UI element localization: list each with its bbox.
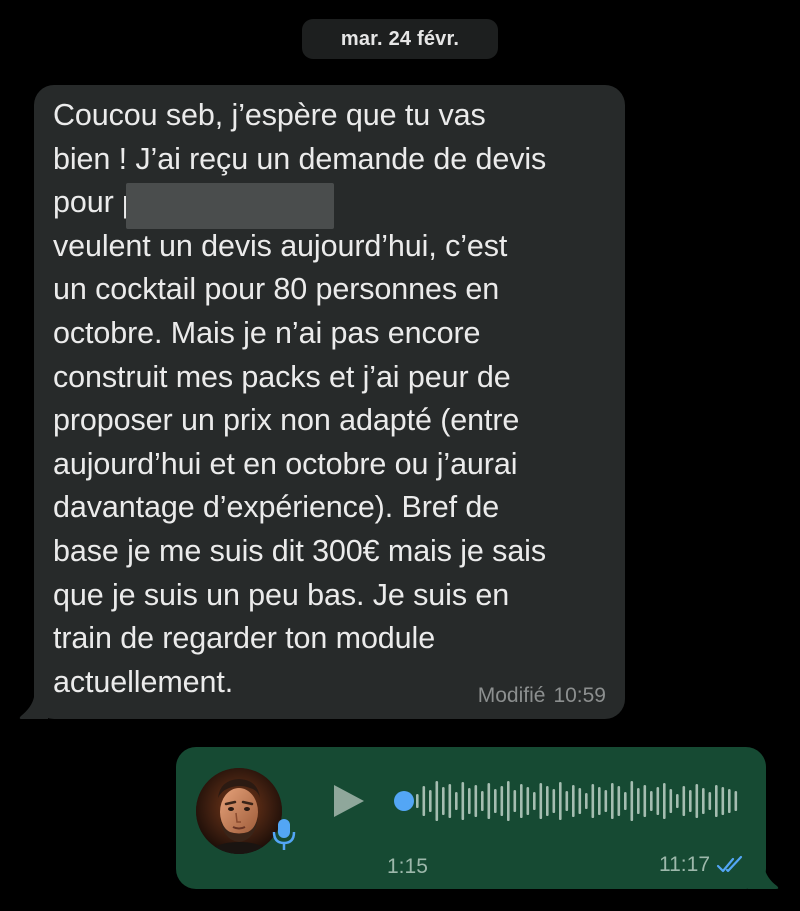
waveform-bar xyxy=(546,786,549,816)
waveform-bar xyxy=(442,787,445,815)
waveform-bar xyxy=(708,792,712,810)
waveform-bar xyxy=(676,794,679,808)
incoming-message-meta: Modifié 10:59 xyxy=(478,684,606,708)
redacted-text-block xyxy=(126,183,334,229)
waveform-bar xyxy=(578,788,582,814)
playback-scrubber-handle[interactable] xyxy=(394,791,414,811)
waveform-bar xyxy=(669,789,673,813)
waveform-bar xyxy=(637,788,640,814)
waveform-bar xyxy=(663,783,666,819)
outgoing-message-meta: 11:17 xyxy=(659,853,744,877)
waveform-bar xyxy=(422,786,426,816)
waveform-bar xyxy=(461,782,465,820)
waveform-bar xyxy=(702,788,705,814)
waveform-bar xyxy=(513,790,517,812)
waveform-bar xyxy=(481,791,484,811)
edited-label: Modifié xyxy=(477,684,546,707)
waveform-bar xyxy=(416,794,419,808)
waveform-bar xyxy=(526,787,530,815)
voice-duration: 1:15 xyxy=(387,855,428,878)
waveform-bar xyxy=(468,788,471,814)
voice-waveform[interactable] xyxy=(392,774,742,828)
waveform-bar xyxy=(591,784,595,818)
waveform-bar xyxy=(624,792,627,810)
play-icon[interactable] xyxy=(328,781,368,821)
waveform-bar xyxy=(539,783,543,819)
waveform-bar xyxy=(565,791,569,811)
waveform-bar xyxy=(474,785,478,817)
waveform-bar xyxy=(455,792,458,810)
incoming-message-time: 10:59 xyxy=(553,684,606,707)
waveform-bar xyxy=(520,784,523,818)
incoming-bubble-tail xyxy=(19,697,48,719)
waveform-bar xyxy=(507,781,510,821)
microphone-icon xyxy=(272,819,296,850)
waveform-bar xyxy=(611,783,614,819)
double-check-read-icon xyxy=(716,855,743,873)
waveform-bar xyxy=(572,785,575,817)
waveform-bar xyxy=(650,791,653,811)
waveform-bar xyxy=(728,789,731,813)
waveform-bar xyxy=(617,786,621,816)
waveform-bar xyxy=(734,791,738,811)
outgoing-bubble-tail xyxy=(748,866,779,889)
waveform-bar xyxy=(721,787,725,815)
waveform-bar xyxy=(487,783,491,819)
waveform-bar xyxy=(448,784,452,818)
waveform-bar xyxy=(682,786,686,816)
waveform-bar xyxy=(585,793,588,809)
waveform-bar xyxy=(494,789,497,813)
waveform-bar xyxy=(559,782,562,820)
waveform-bar xyxy=(435,781,439,821)
waveform-bar xyxy=(604,790,608,812)
waveform-bar xyxy=(630,781,634,821)
waveform-bar xyxy=(500,786,504,816)
waveform-bar xyxy=(533,792,536,810)
date-separator: mar. 24 févr. xyxy=(302,19,498,59)
waveform-bar xyxy=(695,784,699,818)
waveform-bar xyxy=(656,787,660,815)
waveform-bar xyxy=(598,787,601,815)
date-separator-label: mar. 24 févr. xyxy=(340,27,460,50)
waveform-bar xyxy=(715,785,718,817)
waveform-bar xyxy=(429,790,432,812)
waveform-bar xyxy=(643,785,647,817)
outgoing-message-time: 11:17 xyxy=(659,853,710,876)
waveform-bar xyxy=(689,790,692,812)
waveform-bar xyxy=(552,789,556,813)
